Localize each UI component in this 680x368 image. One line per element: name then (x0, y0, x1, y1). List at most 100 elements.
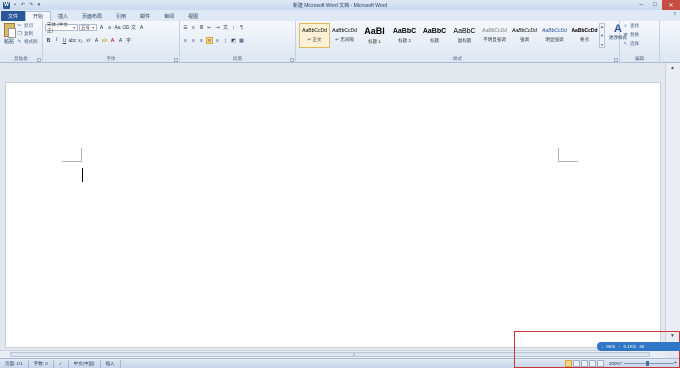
numbering-icon[interactable]: ≡ (190, 24, 197, 31)
find-button[interactable]: ⌕ 查找 (623, 23, 639, 29)
strikethrough-icon[interactable]: abc (68, 37, 76, 44)
font-dialog-launcher[interactable] (174, 58, 178, 62)
close-icon[interactable]: ✕ (662, 0, 680, 10)
increase-indent-icon[interactable]: ⇥ (214, 24, 221, 31)
ribbon: 粘贴 ✂ 剪切 ❐ 复制 ✎ 格式刷 剪贴板 宋体 (中文正) ▼ 五号 ▼ A a Aa… (0, 21, 680, 63)
document-page[interactable] (5, 82, 661, 348)
copy-icon: ❐ (17, 31, 22, 37)
language-indicator[interactable]: 中文(中国) (69, 359, 101, 368)
style-name: 不明显强调 (483, 37, 506, 42)
styles-gallery-scroll[interactable]: ▲ ▼ ▾ (599, 23, 605, 48)
more-styles-icon[interactable]: ▾ (601, 42, 603, 47)
pinyin-guide-icon[interactable]: 文 (130, 24, 137, 31)
show-marks-icon[interactable]: ¶ (238, 24, 245, 31)
paste-button[interactable]: 粘贴 (2, 23, 16, 45)
shading-icon[interactable]: ◩ (230, 37, 237, 44)
align-right-icon[interactable]: ≡ (198, 37, 205, 44)
style-name: 标题 2 (398, 37, 411, 43)
select-label: 选择 (630, 41, 639, 46)
sort-icon[interactable]: ↕ (230, 24, 237, 31)
tab-view[interactable]: 视图 (181, 11, 205, 21)
subscript-icon[interactable]: x₂ (77, 37, 84, 44)
style-no-spacing[interactable]: AaBbCcDd ↵ 无间隔 (329, 23, 360, 48)
font-size-combo[interactable]: 五号 ▼ (79, 24, 97, 31)
style-sample: AaBbC (422, 27, 447, 35)
chinese-layout-icon[interactable]: 文 (222, 24, 229, 31)
tab-references[interactable]: 引用 (109, 11, 133, 21)
window-title: 新建 Microsoft Word 文档 - Microsoft Word (292, 3, 388, 9)
clipboard-dialog-launcher[interactable] (37, 58, 41, 62)
maximize-icon[interactable]: □ (648, 0, 662, 10)
char-border-icon[interactable]: A (138, 24, 145, 31)
shrink-font-icon[interactable]: a (106, 24, 113, 31)
insert-mode[interactable]: 插入 (101, 359, 121, 368)
tab-mailings[interactable]: 邮件 (133, 11, 157, 21)
word-count[interactable]: 字数: 0 (29, 359, 54, 368)
chevron-up-icon[interactable]: ▲ (600, 24, 604, 29)
vertical-scrollbar[interactable]: ▲ ▼ (665, 63, 680, 350)
align-center-icon[interactable]: ≡ (190, 37, 197, 44)
minimize-icon[interactable]: – (634, 0, 648, 10)
underline-icon[interactable]: U (61, 37, 68, 44)
style-subtle-emphasis[interactable]: AaBbCcDd 不明显强调 (479, 23, 510, 48)
scroll-up-icon[interactable]: ▲ (670, 65, 675, 71)
select-button[interactable]: ↖ 选择 (623, 41, 639, 47)
enclose-char-icon[interactable]: 字 (125, 37, 132, 44)
distributed-icon[interactable]: ≡ (214, 37, 221, 44)
replace-label: 替换 (630, 32, 639, 37)
paste-icon (3, 23, 16, 38)
style-heading-1[interactable]: AaBl 标题 1 (359, 23, 390, 48)
cut-button[interactable]: ✂ 剪切 (17, 23, 38, 29)
grow-font-icon[interactable]: A (98, 24, 105, 31)
style-name: 强调 (520, 37, 529, 42)
line-spacing-icon[interactable]: ↨ (222, 37, 229, 44)
highlight-color-icon[interactable]: ab (101, 37, 108, 44)
font-name-combo[interactable]: 宋体 (中文正) ▼ (45, 22, 78, 33)
bullets-icon[interactable]: ☰ (182, 24, 189, 31)
italic-icon[interactable]: I (53, 37, 60, 44)
upload-arrow-icon: ↑ (618, 344, 621, 349)
page-count[interactable]: 页面: 1/1 (0, 359, 29, 368)
change-case-icon[interactable]: Aa (114, 24, 121, 31)
ribbon-tabs: 文件 开始 插入 页面布局 引用 邮件 审阅 视图 ? (0, 10, 680, 21)
align-left-icon[interactable]: ≡ (182, 37, 189, 44)
replace-button[interactable]: ⇄ 替换 (623, 32, 639, 38)
font-color-icon[interactable]: A (109, 37, 116, 44)
paragraph-group-label: 段落 (233, 56, 242, 61)
style-intense-emphasis[interactable]: AaBbCcDd 明显强调 (539, 23, 570, 48)
tab-insert[interactable]: 插入 (51, 11, 75, 21)
cut-label: 剪切 (24, 23, 33, 28)
download-speed: 0K/s (606, 344, 616, 349)
tab-file[interactable]: 文件 (1, 11, 25, 21)
cursor-icon: ↖ (623, 41, 628, 47)
styles-dialog-launcher[interactable] (614, 58, 618, 62)
tab-home[interactable]: 开始 (25, 11, 52, 21)
copy-button[interactable]: ❐ 复制 (17, 31, 38, 37)
margin-corner-top-right (558, 148, 578, 162)
bold-icon[interactable]: B (45, 37, 52, 44)
style-emphasis[interactable]: AaBbCcDd 强调 (509, 23, 540, 48)
tab-review[interactable]: 审阅 (157, 11, 181, 21)
help-icon[interactable]: ? (673, 12, 676, 18)
char-shading-icon[interactable]: A (117, 37, 124, 44)
style-heading-2[interactable]: AaBbC 标题 2 (389, 23, 420, 48)
decrease-indent-icon[interactable]: ⇤ (206, 24, 213, 31)
net-speed-widget[interactable]: ↓ 0K/s ↑ 0.1K/s 45 (597, 342, 680, 351)
superscript-icon[interactable]: x² (85, 37, 92, 44)
paragraph-dialog-launcher[interactable] (290, 58, 294, 62)
justify-icon[interactable]: ≡ (206, 37, 213, 44)
text-effects-icon[interactable]: A (93, 37, 100, 44)
multilevel-list-icon[interactable]: ≣ (198, 24, 205, 31)
clear-format-icon[interactable]: ⌫ (122, 24, 129, 31)
style-name: 要点 (580, 37, 589, 42)
style-subtitle[interactable]: AaBbC 副标题 (449, 23, 480, 48)
format-painter-button[interactable]: ✎ 格式刷 (17, 39, 37, 45)
style-title[interactable]: AaBbC 标题 (419, 23, 450, 48)
tab-page-layout[interactable]: 页面布局 (75, 11, 109, 21)
proofing-icon[interactable]: ✓ (54, 359, 69, 368)
chevron-down-icon[interactable]: ▼ (600, 33, 604, 38)
replace-icon: ⇄ (623, 32, 628, 38)
style-strong[interactable]: AaBbCcDd 要点 (569, 23, 600, 48)
style-normal[interactable]: AaBbCcDd ↵ 正文 (299, 23, 330, 48)
borders-icon[interactable]: ▦ (238, 37, 245, 44)
